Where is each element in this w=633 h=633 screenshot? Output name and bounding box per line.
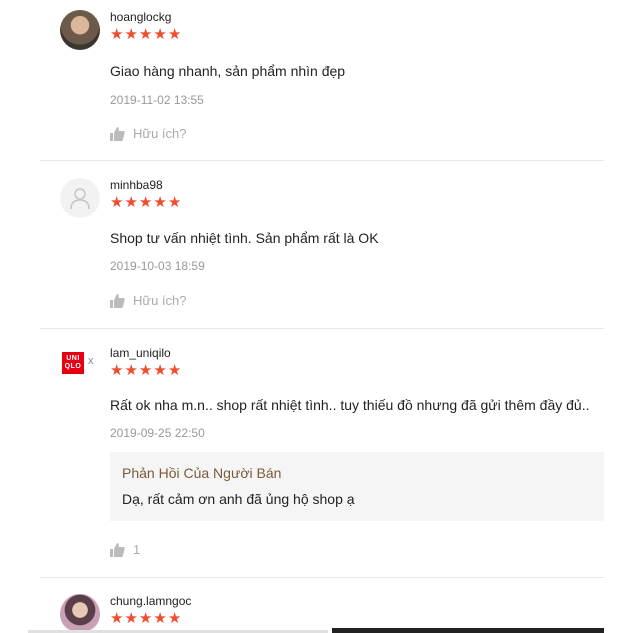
star-icon: ★ — [167, 26, 182, 43]
user-avatar[interactable] — [60, 10, 100, 50]
review-date: 2019-10-03 18:59 — [110, 259, 205, 273]
star-icon: ★ — [110, 26, 124, 43]
review-username[interactable]: hoanglockg — [110, 10, 171, 24]
reviews-page: hoanglockg ★ ★ ★ ★ ★ Giao hàng nhanh, sả… — [0, 0, 633, 633]
review-item: hoanglockg ★ ★ ★ ★ ★ Giao hàng nhanh, sả… — [40, 10, 604, 150]
brand-logo-line1: UNI — [66, 355, 80, 362]
review-date: 2019-09-25 22:50 — [110, 426, 205, 440]
star-icon: ★ — [124, 362, 138, 379]
rating-stars: ★ ★ ★ ★ ★ — [110, 27, 181, 42]
star-icon: ★ — [138, 26, 153, 43]
review-comment: Rất ok nha m.n.. shop rất nhiệt tình.. t… — [110, 397, 590, 413]
thumbs-up-icon — [110, 542, 125, 557]
rating-stars: ★ ★ ★ ★ ★ — [110, 363, 181, 378]
brand-logo-avatar[interactable]: UNI QLO — [62, 352, 84, 374]
seller-reply-title: Phản Hồi Của Người Bán — [122, 465, 282, 481]
helpful-button[interactable]: 1 — [110, 542, 140, 557]
star-icon: ★ — [138, 362, 153, 379]
helpful-label: Hữu ích? — [133, 126, 187, 141]
star-icon: ★ — [124, 610, 138, 627]
star-icon: ★ — [124, 194, 138, 211]
brand-logo-line2: QLO — [64, 363, 82, 370]
helpful-label: Hữu ích? — [133, 293, 187, 308]
review-comment: Giao hàng nhanh, sản phẩm nhìn đẹp — [110, 63, 346, 79]
star-icon: ★ — [153, 362, 167, 379]
review-comment: Shop tư vấn nhiệt tình. Sản phẩm rất là … — [110, 230, 379, 246]
rating-stars: ★ ★ ★ ★ ★ — [110, 611, 181, 626]
star-icon: ★ — [138, 194, 153, 211]
bottom-toolbar — [332, 628, 604, 633]
star-icon: ★ — [110, 194, 124, 211]
seller-reply: Phản Hồi Của Người Bán Dạ, rất cảm ơn an… — [110, 452, 604, 521]
divider — [40, 160, 604, 161]
user-avatar[interactable] — [60, 594, 100, 633]
star-icon: ★ — [138, 610, 153, 627]
divider — [40, 328, 604, 329]
helpful-count: 1 — [133, 542, 141, 557]
star-icon: ★ — [124, 26, 138, 43]
helpful-button[interactable]: Hữu ích? — [110, 126, 187, 141]
rating-stars: ★ ★ ★ ★ ★ — [110, 195, 181, 210]
star-icon: ★ — [153, 194, 167, 211]
user-avatar[interactable] — [60, 178, 100, 218]
review-username[interactable]: lam_uniqilo — [110, 346, 171, 360]
star-icon: ★ — [167, 610, 182, 627]
review-item: UNI QLO x lam_uniqilo ★ ★ ★ ★ ★ Rất ok n… — [40, 346, 604, 566]
star-icon: ★ — [153, 610, 167, 627]
brand-suffix: x — [88, 355, 94, 367]
star-icon: ★ — [110, 610, 124, 627]
star-icon: ★ — [167, 362, 182, 379]
review-username[interactable]: chung.lamngoc — [110, 594, 191, 608]
review-username[interactable]: minhba98 — [110, 178, 163, 192]
review-item: minhba98 ★ ★ ★ ★ ★ Shop tư vấn nhiệt tìn… — [40, 178, 604, 318]
thumbs-up-icon — [110, 126, 125, 141]
star-icon: ★ — [110, 362, 124, 379]
helpful-button[interactable]: Hữu ích? — [110, 293, 187, 308]
divider — [40, 577, 604, 578]
star-icon: ★ — [167, 194, 182, 211]
thumbs-up-icon — [110, 293, 125, 308]
user-placeholder-icon — [70, 188, 90, 210]
star-icon: ★ — [153, 26, 167, 43]
review-date: 2019-11-02 13:55 — [110, 93, 204, 107]
seller-reply-text: Dạ, rất cảm ơn anh đã ủng hộ shop ạ — [122, 491, 355, 507]
